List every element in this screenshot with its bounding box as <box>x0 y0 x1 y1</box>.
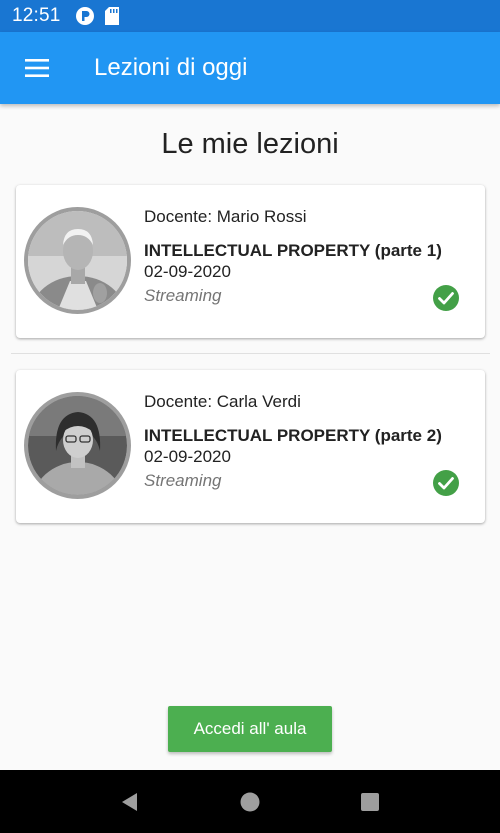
lesson-card[interactable]: Docente: Carla Verdi INTELLECTUAL PROPER… <box>16 370 485 523</box>
app-title: Lezioni di oggi <box>94 54 248 81</box>
navigation-bar <box>0 770 500 833</box>
app-notification-icon <box>75 6 95 26</box>
check-circle-icon <box>433 470 459 496</box>
status-bar: 12:51 <box>0 0 500 32</box>
teacher-name: Docente: Carla Verdi <box>144 392 301 411</box>
course-title: INTELLECTUAL PROPERTY (parte 2) <box>144 426 442 445</box>
course-title: INTELLECTUAL PROPERTY (parte 1) <box>144 241 442 260</box>
back-button[interactable] <box>100 772 160 832</box>
lesson-mode: Streaming <box>144 471 222 490</box>
teacher-photo <box>28 211 127 310</box>
status-icons <box>75 6 119 26</box>
app-bar: Lezioni di oggi <box>0 32 500 104</box>
status-time: 12:51 <box>12 5 61 26</box>
page-title: Le mie lezioni <box>161 128 339 160</box>
lesson-date: 02-09-2020 <box>144 262 231 281</box>
menu-button[interactable] <box>0 32 74 104</box>
recents-square-icon <box>361 792 379 811</box>
recents-button[interactable] <box>340 772 400 832</box>
avatar <box>24 392 131 499</box>
home-circle-icon <box>240 792 260 811</box>
avatar <box>24 207 131 314</box>
sd-card-icon <box>104 7 119 25</box>
menu-icon <box>25 59 49 77</box>
teacher-photo <box>28 396 127 495</box>
screen: 12:51 Lezioni di oggi Le mie lezioni Doc… <box>0 0 500 833</box>
back-triangle-icon <box>122 792 137 811</box>
home-button[interactable] <box>220 772 280 832</box>
lesson-mode: Streaming <box>144 286 222 305</box>
teacher-name: Docente: Mario Rossi <box>144 207 307 226</box>
divider <box>11 353 490 354</box>
lesson-date: 02-09-2020 <box>144 447 231 466</box>
check-circle-icon <box>433 285 459 311</box>
lesson-card[interactable]: Docente: Mario Rossi INTELLECTUAL PROPER… <box>16 185 485 338</box>
enter-classroom-button[interactable]: Accedi all' aula <box>168 706 332 752</box>
